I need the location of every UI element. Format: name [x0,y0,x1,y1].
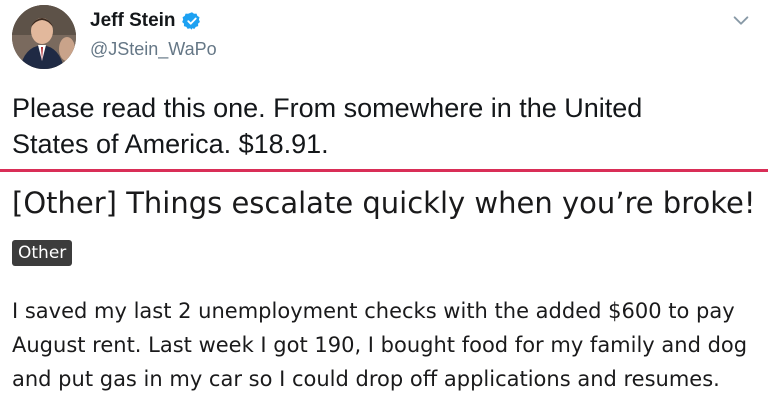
avatar[interactable] [12,5,76,69]
author-name-row: Jeff Stein [90,10,202,32]
avatar-photo [12,5,76,69]
author-handle[interactable]: @JStein_WaPo [90,39,217,60]
accent-divider [0,169,768,172]
tweet-text-line: Please read this one. From somewhere in … [12,93,643,123]
author-display-name[interactable]: Jeff Stein [90,10,176,32]
post-title: [Other] Things escalate quickly when you… [12,186,756,220]
tweet-text-line: States of America. $18.91. [12,129,329,159]
chevron-down-icon[interactable] [730,10,752,32]
post-flair-badge: Other [12,240,73,266]
verified-badge-icon [181,12,200,30]
post-body-line: August rent. Last week I got 190, I boug… [12,333,748,357]
tweet-text: Please read this one. From somewhere in … [12,90,752,162]
post-body-line: and put gas in my car so I could drop of… [12,367,720,391]
post-body-line: I saved my last 2 unemployment checks wi… [12,299,735,323]
post-body: I saved my last 2 unemployment checks wi… [12,294,762,396]
